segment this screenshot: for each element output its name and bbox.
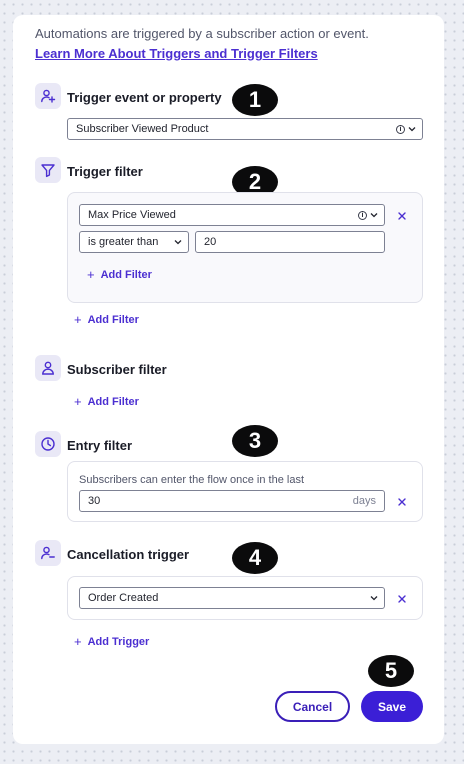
add-trigger-button[interactable]: + Add Trigger [74, 634, 149, 649]
filter-field-select[interactable]: Max Price Viewed i [79, 204, 385, 226]
add-inner-filter-label: Add Filter [100, 268, 152, 281]
subscriber-filter-title: Subscriber filter [67, 362, 167, 377]
user-icon [35, 355, 61, 381]
plus-icon: + [74, 394, 82, 409]
cancellation-value: Order Created [88, 592, 159, 604]
remove-filter-icon[interactable] [396, 210, 408, 222]
chevron-down-icon [370, 596, 378, 601]
save-button[interactable]: Save [361, 691, 423, 722]
info-icon: i [358, 210, 367, 220]
filter-amount-input[interactable]: 20 [195, 231, 385, 253]
plus-icon: + [74, 312, 82, 327]
cancellation-select[interactable]: Order Created [79, 587, 385, 609]
add-trigger-filter-label: Add Filter [87, 313, 139, 326]
add-subscriber-filter-button[interactable]: + Add Filter [74, 394, 139, 409]
cancel-button[interactable]: Cancel [275, 691, 350, 722]
entry-filter-hint: Subscribers can enter the flow once in t… [79, 474, 305, 486]
intro-text: Automations are triggered by a subscribe… [35, 26, 369, 41]
trigger-event-select[interactable]: Subscriber Viewed Product i [67, 118, 423, 140]
add-subscriber-filter-label: Add Filter [87, 395, 139, 408]
step-badge-1: 1 [232, 84, 278, 116]
step-badge-3: 3 [232, 425, 278, 457]
add-trigger-label: Add Trigger [87, 635, 150, 648]
days-unit-label: days [352, 495, 376, 507]
trigger-filter-panel: Max Price Viewed i is greater than 20 + … [67, 192, 423, 303]
remove-cancellation-icon[interactable] [396, 593, 408, 605]
plus-icon: + [74, 634, 82, 649]
remove-entry-filter-icon[interactable] [396, 496, 408, 508]
step-badge-5: 5 [368, 655, 414, 687]
step-badge-4: 4 [232, 542, 278, 574]
filter-amount-value: 20 [204, 236, 217, 248]
filter-field-value: Max Price Viewed [88, 209, 176, 221]
add-inner-filter-button[interactable]: + Add Filter [87, 267, 152, 282]
cancellation-panel: Order Created [67, 576, 423, 620]
entry-filter-title: Entry filter [67, 438, 133, 453]
clock-icon [35, 431, 61, 457]
learn-more-link[interactable]: Learn More About Triggers and Trigger Fi… [35, 46, 318, 61]
user-plus-icon [35, 83, 61, 109]
filter-icon [35, 157, 61, 183]
filter-operator-value: is greater than [88, 236, 159, 248]
trigger-event-title: Trigger event or property [67, 90, 222, 105]
trigger-filter-title: Trigger filter [67, 164, 143, 179]
entry-filter-panel: Subscribers can enter the flow once in t… [67, 461, 423, 522]
add-trigger-filter-button[interactable]: + Add Filter [74, 312, 139, 327]
info-icon: i [396, 124, 405, 134]
chevron-down-icon [174, 240, 182, 245]
entry-days-input[interactable]: 30 days [79, 490, 385, 512]
trigger-event-value: Subscriber Viewed Product [76, 123, 209, 135]
filter-operator-select[interactable]: is greater than [79, 231, 189, 253]
chevron-down-icon [408, 127, 416, 132]
user-minus-icon [35, 540, 61, 566]
entry-days-value: 30 [88, 495, 101, 507]
trigger-settings-card: Automations are triggered by a subscribe… [13, 15, 444, 744]
cancellation-trigger-title: Cancellation trigger [67, 547, 190, 562]
plus-icon: + [87, 267, 95, 282]
chevron-down-icon [370, 213, 378, 218]
